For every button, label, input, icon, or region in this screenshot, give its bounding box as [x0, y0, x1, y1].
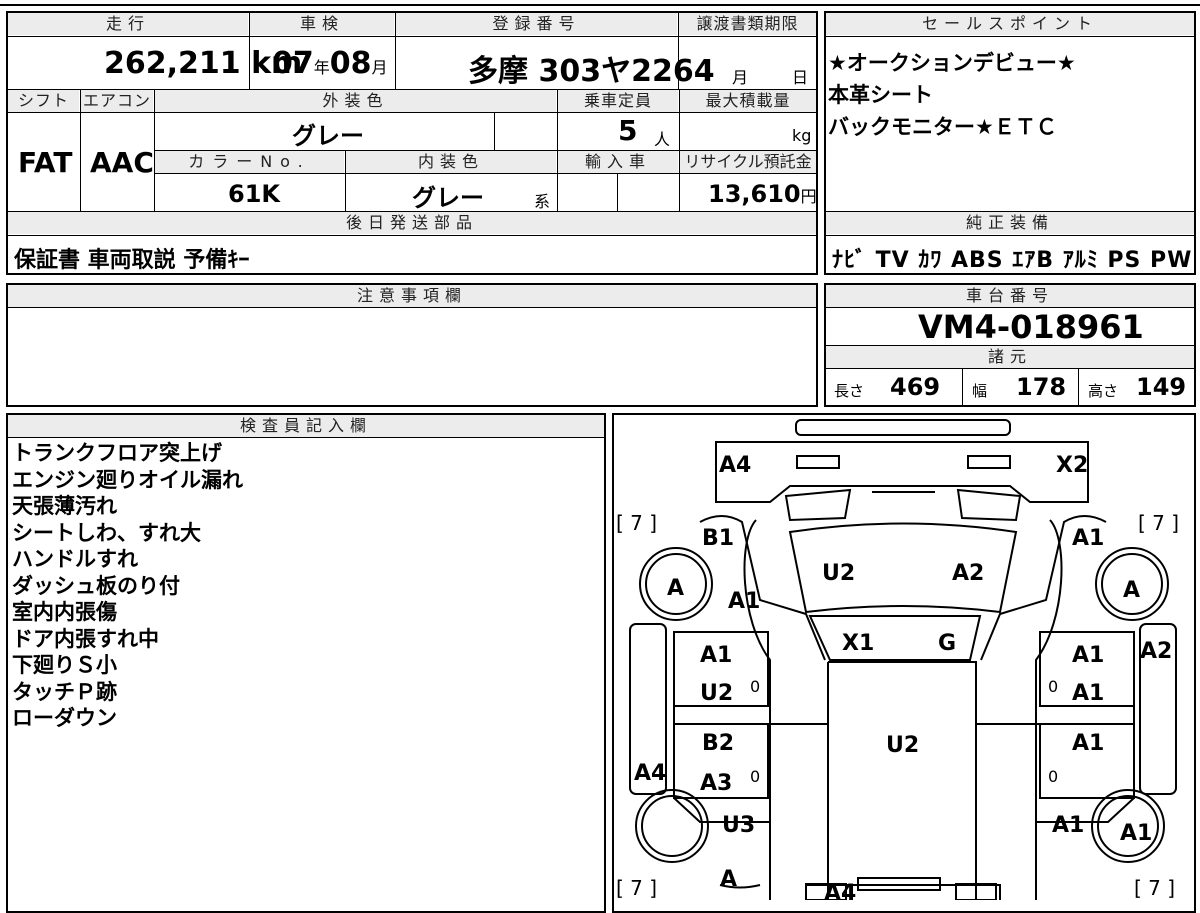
- max-load-header: 最大積載量: [680, 90, 816, 112]
- top-strip: [0, 0, 1200, 6]
- sales-point-line: ★オークションデビュー★: [828, 51, 1076, 75]
- mark-a1-rear-door-right: A1: [1072, 731, 1104, 756]
- note-line: トランクフロア突上げ: [12, 441, 222, 465]
- length-value: 469: [890, 373, 941, 401]
- capacity-header: 乗車定員: [558, 90, 678, 112]
- mark-a-tire-fr: A: [1123, 578, 1140, 603]
- inspector-header: 検査員記入欄: [8, 415, 604, 437]
- mark-g: G: [938, 631, 956, 656]
- note-line: 下廻りＳ小: [12, 653, 117, 677]
- transfer-header: 譲渡書類期限: [679, 13, 816, 35]
- recycle-fee: 13,610円: [708, 180, 817, 208]
- note-line: タッチＰ跡: [12, 679, 117, 704]
- mark-a1-right-fender: A1: [1072, 526, 1104, 551]
- mark-u3: U3: [722, 813, 755, 838]
- equipment-items: ﾅﾋﾞ TV ｶﾜ ABS ｴｱB ｱﾙﾐ PS PW: [832, 248, 1193, 273]
- sales-points-list: ★オークションデビュー★ 本革シート バックモニター★ＥＴＣ: [828, 47, 1076, 143]
- inspection-header: 車検: [250, 13, 394, 35]
- mark-a1-roof: U2: [886, 733, 919, 758]
- note-line: 室内内張傷: [12, 600, 117, 624]
- mark-x2: X2: [1056, 453, 1088, 478]
- width-label: 幅: [972, 382, 988, 400]
- mark-a4-front: A4: [719, 453, 751, 478]
- mark-a1-rear-right: A1: [1052, 813, 1084, 838]
- note-line: ハンドルすれ: [12, 547, 138, 571]
- chassis-header: 車台番号: [826, 285, 1194, 307]
- mark-a3: A3: [700, 771, 732, 796]
- zero-mark: 0: [1048, 767, 1058, 786]
- ac-value: AAC: [90, 146, 154, 179]
- mark-a4-left-skirt: A4: [634, 761, 666, 786]
- mark-a4-rear: A: [720, 867, 737, 892]
- sales-points-header: セールスポイント: [826, 13, 1194, 35]
- height-value: 149: [1136, 373, 1187, 401]
- color-no-header: カラーNo.: [155, 151, 344, 173]
- mark-a2-right-skirt: A2: [1140, 639, 1172, 664]
- mark-a-tire-fl: A: [667, 576, 684, 601]
- car-diagram: A4 X2 B1 A1 U2 A2 A1 A A A1 X1 G A1 A2 U…: [616, 419, 1179, 900]
- tire-depth-rr: [ 7 ]: [1134, 876, 1175, 900]
- mark-a2-hood: A2: [952, 561, 984, 586]
- mark-a1-front-door-left: A1: [700, 643, 732, 668]
- zero-mark: 0: [1048, 677, 1058, 696]
- mark-b1: B1: [702, 526, 734, 551]
- recycle-header: リサイクル預託金: [680, 151, 816, 173]
- capacity-unit: 人: [654, 130, 671, 149]
- mark-a1-front-door-right: A1: [1072, 643, 1104, 668]
- height-label: 高さ: [1088, 382, 1119, 400]
- sales-point-line: バックモニター★ＥＴＣ: [828, 115, 1057, 139]
- sales-point-line: 本革シート: [828, 83, 933, 107]
- note-line: ローダウン: [12, 706, 117, 730]
- exterior-color: グレー: [292, 122, 364, 150]
- registration-header: 登録番号: [396, 13, 677, 35]
- exterior-header: 外装色: [155, 90, 556, 112]
- registration-number: 多摩 303ヤ2264: [468, 54, 715, 89]
- mileage-header: 走行: [8, 13, 248, 35]
- zero-mark: 0: [750, 767, 760, 786]
- capacity-value: 5: [618, 114, 638, 147]
- interior-color: グレー: [412, 184, 484, 212]
- note-line: ダッシュ板のり付: [12, 573, 180, 598]
- ac-header: エアコン: [81, 90, 153, 112]
- zero-mark: 0: [750, 677, 760, 696]
- later-parts-header: 後日発送部品: [8, 212, 816, 234]
- inspection-year: 07年08月: [272, 46, 388, 81]
- inspector-notes: トランクフロア突上げ エンジン廻りオイル漏れ 天張薄汚れ シートしわ、すれ大 ハ…: [12, 440, 243, 732]
- mark-u2-hood: U2: [822, 561, 855, 586]
- equipment-header: 純正装備: [826, 212, 1194, 234]
- mark-a1-left-fender: A1: [728, 589, 760, 614]
- shift-header: シフト: [8, 90, 79, 112]
- caution-header: 注意事項欄: [8, 285, 816, 307]
- mark-u2-left: U2: [700, 681, 733, 706]
- chassis-number: VM4-018961: [918, 308, 1144, 346]
- note-line: エンジン廻りオイル漏れ: [12, 467, 243, 492]
- length-label: 長さ: [834, 382, 865, 400]
- mark-u2-right: A1: [1072, 681, 1104, 706]
- import-header: 輸入車: [558, 151, 678, 173]
- tire-depth-rl: [ 7 ]: [616, 876, 657, 900]
- note-line: シートしわ、すれ大: [12, 520, 201, 545]
- transfer-month-unit: 月: [732, 68, 749, 87]
- note-line: 天張薄汚れ: [12, 494, 117, 518]
- mark-a-rear: A4: [824, 881, 856, 900]
- transfer-day-unit: 日: [792, 68, 809, 87]
- interior-header: 内装色: [346, 151, 556, 173]
- mark-b2: B2: [702, 731, 734, 756]
- color-no-value: 61K: [228, 180, 280, 208]
- specs-header: 諸元: [826, 346, 1194, 368]
- max-load-unit: kg: [792, 126, 812, 145]
- tire-depth-fl: [ 7 ]: [616, 511, 657, 535]
- shift-value: FAT: [18, 146, 73, 179]
- tire-depth-fr: [ 7 ]: [1138, 511, 1179, 535]
- mark-a-tire-rr: A1: [1120, 821, 1152, 846]
- interior-suffix: 系: [534, 192, 551, 211]
- mark-x1: X1: [842, 631, 874, 656]
- later-parts-value: 保証書 車両取説 予備ｷｰ: [14, 248, 250, 273]
- note-line: ドア内張すれ中: [12, 626, 159, 651]
- width-value: 178: [1016, 373, 1067, 401]
